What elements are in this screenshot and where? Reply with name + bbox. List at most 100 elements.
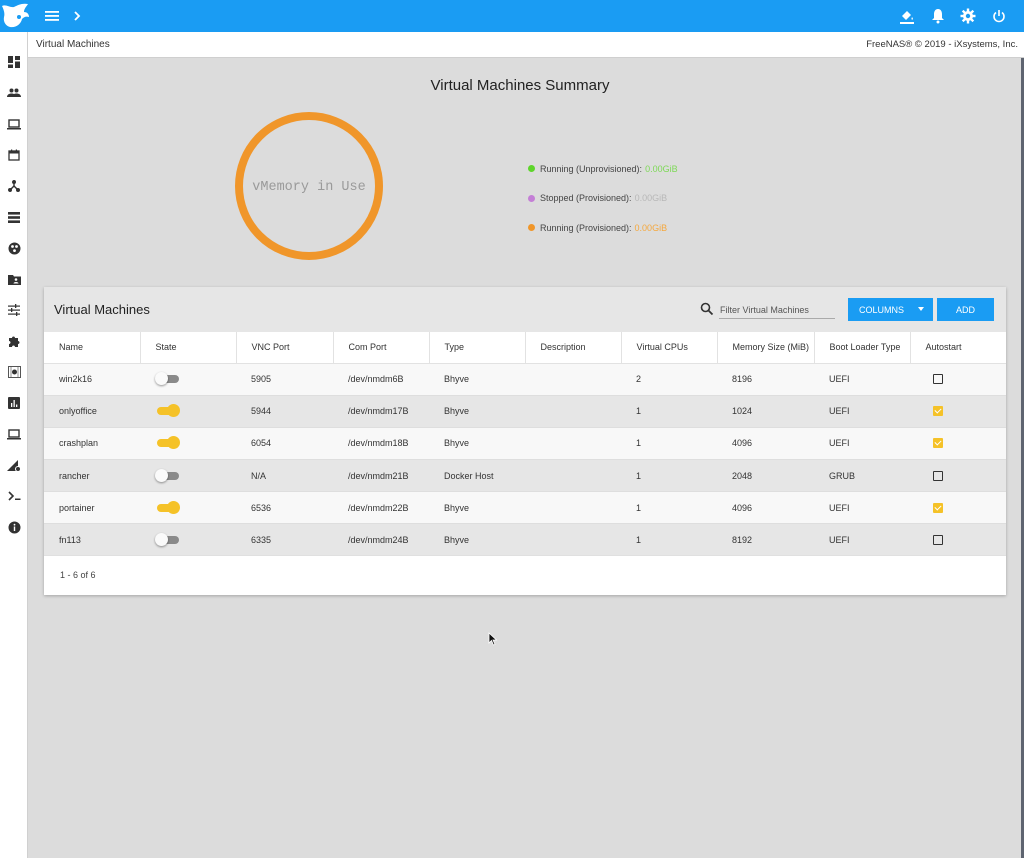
boot-loader-type: UEFI [829, 502, 850, 513]
table-row[interactable]: onlyoffice 5944/dev/nmdm17B Bhyve 1 1024 UEFI [44, 395, 1006, 428]
sidebar-item-guide[interactable] [5, 518, 23, 536]
sidebar-item-reporting[interactable] [5, 394, 23, 412]
state-toggle[interactable] [155, 533, 181, 547]
theme-icon[interactable] [896, 0, 918, 32]
vmemory-donut-chart: vMemory in Use [230, 108, 388, 266]
filter-vm-input[interactable] [719, 301, 835, 319]
sidebar-item-virtual-machines[interactable] [5, 425, 23, 443]
sidebar-item-network[interactable] [5, 177, 23, 195]
table-row[interactable]: fn113 6335/dev/nmdm24B Bhyve 1 8192 UEFI [44, 523, 1006, 557]
column-header[interactable]: Name [44, 332, 141, 364]
directory-icon [8, 242, 20, 254]
column-header[interactable]: Description [525, 332, 622, 364]
autostart-checkbox[interactable] [933, 438, 943, 449]
vnc-port: 5905 [251, 374, 272, 385]
column-header[interactable]: State [140, 332, 237, 364]
sidebar-item-shell[interactable] [5, 487, 23, 505]
legend-value: 0.00GiB [634, 193, 668, 204]
column-header[interactable]: Com Port [333, 332, 430, 364]
table-row[interactable]: win2k16 5905/dev/nmdm6B Bhyve 2 8196 UEFI [44, 363, 1006, 396]
chevron-right-icon[interactable] [68, 0, 86, 32]
state-toggle[interactable] [155, 404, 181, 418]
sidebar-item-sharing[interactable] [5, 270, 23, 288]
columns-button[interactable]: COLUMNS [848, 298, 933, 321]
column-header[interactable]: VNC Port [236, 332, 334, 364]
virtual-cpus: 1 [636, 438, 642, 449]
virtual-cpus: 1 [636, 502, 642, 513]
legend-value: 0.00GiB [645, 163, 678, 174]
toggle-thumb [155, 533, 168, 547]
add-vm-button[interactable]: ADD [937, 298, 994, 321]
state-toggle[interactable] [155, 468, 181, 483]
cell-vm-type: Bhyve [429, 395, 525, 428]
toggle-thumb [155, 468, 168, 482]
autostart-checkbox[interactable] [933, 470, 943, 481]
vm-table-title: Virtual Machines [54, 302, 150, 317]
sidebar-item-system[interactable] [5, 115, 23, 133]
copyright-text[interactable]: FreeNAS® © 2019 - iXsystems, Inc. [866, 39, 1018, 50]
table-row[interactable]: portainer 6536/dev/nmdm22B Bhyve 1 4096 UEFI [44, 491, 1006, 525]
table-row[interactable]: crashplan 6054/dev/nmdm18B Bhyve 1 4096 UEFI [44, 427, 1006, 461]
sidebar-item-display-system-processes[interactable] [5, 456, 23, 474]
cell-boot-loader-type: UEFI [814, 427, 910, 461]
vnc-port: N/A [251, 470, 267, 481]
virtual-cpus: 1 [636, 406, 642, 417]
sidebar-item-directory-services[interactable] [5, 239, 23, 257]
boot-loader-type: UEFI [829, 406, 850, 417]
cell-vm-name: win2k16 [44, 363, 140, 396]
sidebar-item-plugins[interactable] [5, 332, 23, 350]
cell-vm-description [525, 395, 621, 428]
virtual-cpus: 1 [636, 470, 642, 481]
com-port: /dev/nmdm17B [348, 406, 409, 417]
vnc-port: 6335 [251, 535, 272, 546]
vm-name: portainer [59, 502, 95, 513]
boot-loader-type: UEFI [829, 535, 850, 546]
legend-label: Running (Unprovisioned): [540, 163, 643, 174]
menu-icon[interactable] [42, 0, 62, 32]
autostart-checkbox[interactable] [933, 502, 943, 513]
cell-memory-size: 1024 [717, 395, 814, 428]
sidebar-item-dashboard[interactable] [5, 53, 23, 71]
cell-vm-description [525, 427, 621, 461]
autostart-checkbox[interactable] [933, 535, 943, 546]
legend-value: 0.00GiB [634, 222, 668, 233]
state-toggle[interactable] [155, 436, 181, 450]
sidebar [0, 32, 28, 858]
autostart-checkbox[interactable] [933, 406, 943, 417]
column-header[interactable]: Boot Loader Type [814, 332, 911, 364]
table-row[interactable]: rancher N/A/dev/nmdm21B Docker Host 1 2048 GR… [44, 459, 1006, 493]
sidebar-item-accounts[interactable] [5, 84, 23, 102]
cell-vnc-port: 6335 [236, 523, 333, 557]
column-header[interactable]: Memory Size (MiB) [717, 332, 815, 364]
sidebar-item-services[interactable] [5, 301, 23, 319]
sidebar-item-jails[interactable] [5, 363, 23, 381]
power-icon[interactable] [989, 0, 1009, 32]
cell-autostart-checkbox [910, 523, 1006, 557]
cell-vm-name: rancher [44, 459, 140, 493]
column-header[interactable]: Autostart [910, 332, 1006, 364]
cell-com-port: /dev/nmdm24B [333, 523, 429, 557]
cell-boot-loader-type: UEFI [814, 491, 910, 525]
vm-name: fn113 [59, 535, 81, 546]
cell-vm-description [525, 363, 621, 396]
breadcrumb[interactable]: Virtual Machines [36, 39, 110, 50]
column-header[interactable]: Type [429, 332, 526, 364]
dashboard-icon [8, 56, 20, 68]
state-toggle[interactable] [155, 372, 181, 386]
sidebar-item-tasks[interactable] [5, 146, 23, 164]
terminal-icon [7, 491, 20, 501]
bell-icon[interactable] [928, 0, 948, 32]
toggle-thumb [167, 404, 180, 418]
sidebar-item-storage[interactable] [5, 208, 23, 226]
mouse-cursor-icon [488, 632, 498, 646]
freenas-logo[interactable] [0, 0, 32, 32]
column-header[interactable]: Virtual CPUs [621, 332, 718, 364]
state-toggle[interactable] [155, 500, 181, 515]
cell-vm-name: portainer [44, 491, 140, 525]
cell-vm-description [525, 491, 621, 525]
cell-autostart-checkbox [910, 459, 1006, 493]
autostart-checkbox[interactable] [933, 374, 943, 385]
gear-icon[interactable] [958, 0, 978, 32]
cell-memory-size: 8192 [717, 523, 814, 557]
cell-state-toggle [140, 491, 236, 525]
